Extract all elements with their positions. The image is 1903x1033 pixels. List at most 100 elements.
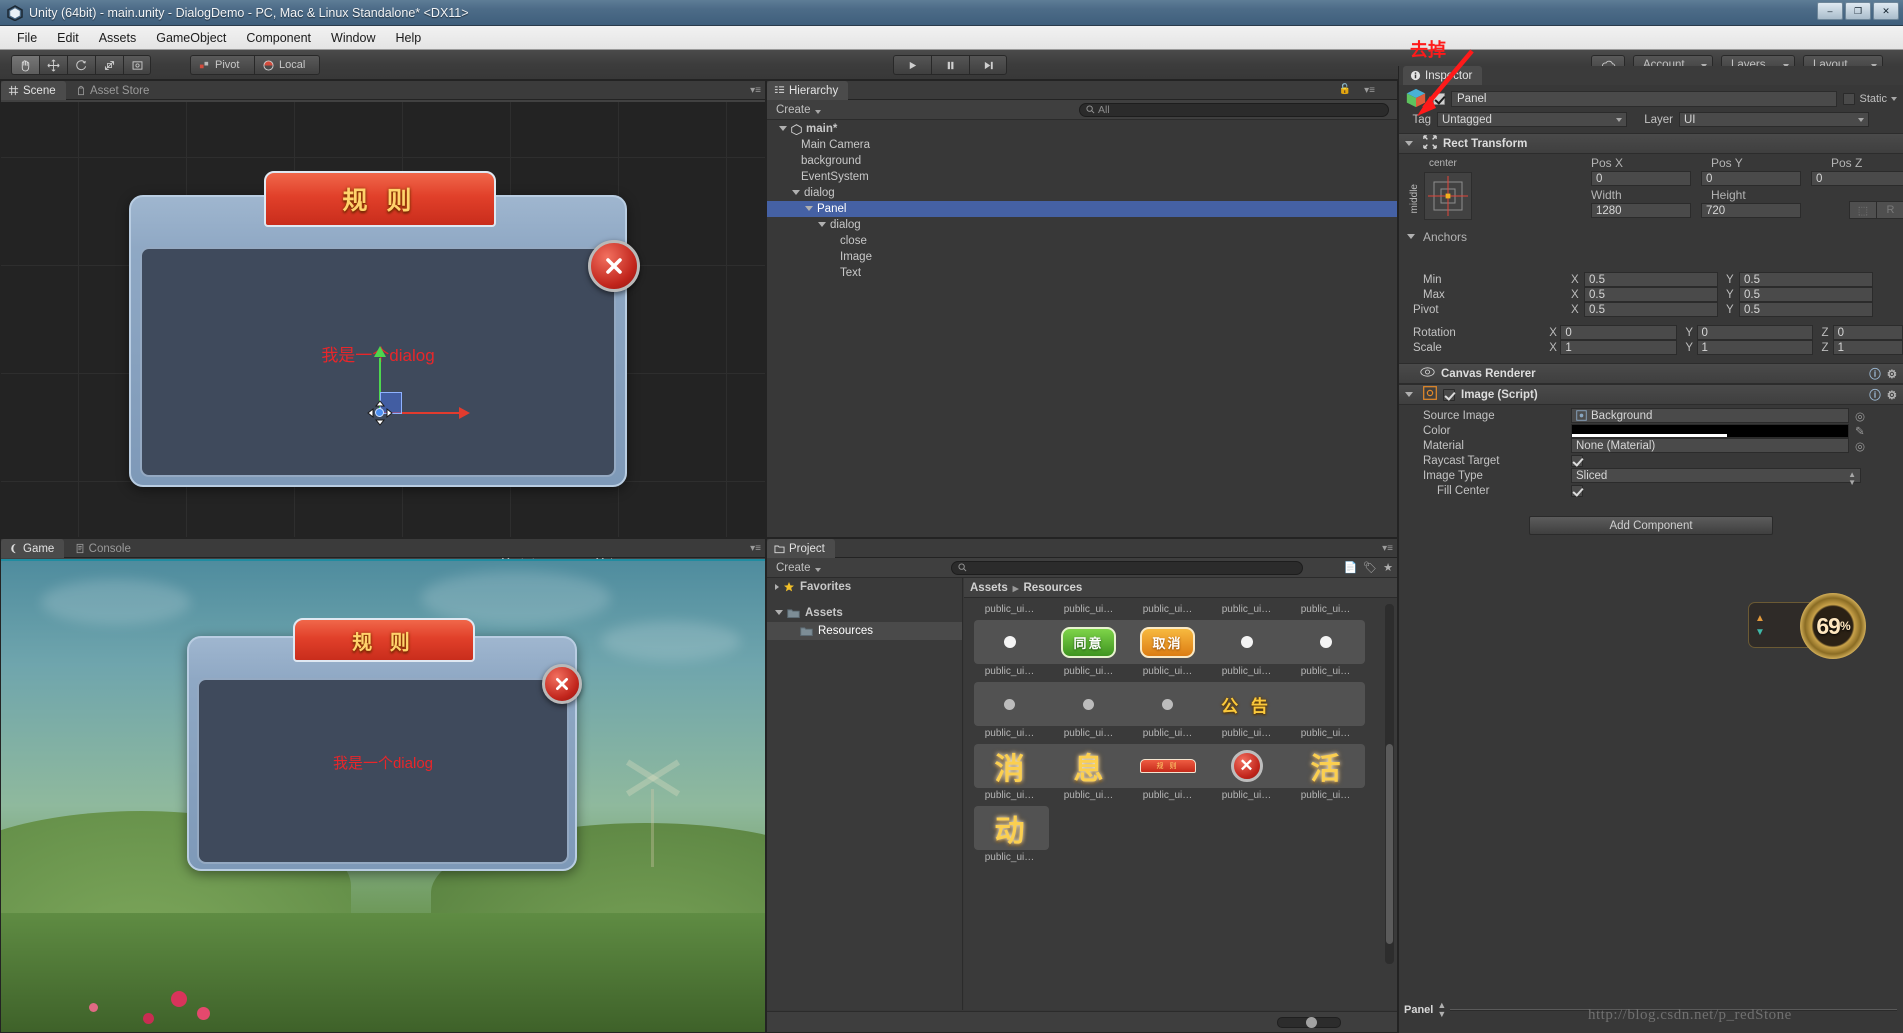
hierarchy-item-image[interactable]: Image (767, 249, 1397, 265)
hierarchy-item-eventsystem[interactable]: EventSystem (767, 169, 1397, 185)
max-x-field[interactable]: 0.5 (1584, 287, 1718, 302)
maximize-button[interactable]: ❐ (1845, 2, 1871, 20)
canvas-renderer-header[interactable]: Canvas Renderer ⓘ ⚙ (1399, 363, 1903, 384)
asset-item[interactable]: public_ui… (1128, 681, 1207, 743)
pos-y-field[interactable]: 0 (1701, 171, 1801, 186)
hand-tool-button[interactable] (11, 55, 39, 75)
game-panel-menu-icon[interactable]: ▾≡ (750, 543, 761, 554)
window-controls[interactable]: – ❐ ✕ (1817, 2, 1899, 20)
hierarchy-lock-icon[interactable]: 🔓 (1339, 84, 1351, 95)
raycast-target-checkbox[interactable] (1571, 455, 1583, 467)
rot-x-field[interactable]: 0 (1560, 325, 1677, 340)
pivot-y-field[interactable]: 0.5 (1739, 302, 1873, 317)
asset-item[interactable]: 同意public_ui… (1049, 619, 1128, 681)
menu-item-assets[interactable]: Assets (90, 29, 146, 47)
pivot-x-field[interactable]: 0.5 (1584, 302, 1718, 317)
asset-thumb-dot[interactable] (973, 619, 1047, 665)
asset-item[interactable]: public_ui… (1286, 681, 1365, 743)
scale-x-field[interactable]: 1 (1560, 340, 1677, 355)
scale-z-field[interactable]: 1 (1833, 340, 1903, 355)
step-button[interactable] (969, 55, 1007, 75)
pivot-button[interactable]: Pivot (190, 55, 254, 75)
asset-thumb-gold-glyph[interactable]: 消 (973, 743, 1047, 789)
asset-thumb-dot[interactable] (1289, 619, 1363, 665)
chevron-down-icon[interactable] (805, 206, 813, 214)
pos-z-field[interactable]: 0 (1811, 171, 1903, 186)
breadcrumb-assets[interactable]: Assets (970, 582, 1008, 594)
image-script-header[interactable]: Image (Script) ⓘ ⚙ (1399, 384, 1903, 405)
image-script-foldout-icon[interactable] (1405, 392, 1413, 400)
status-updown-icon[interactable]: ▲▼ (1437, 1001, 1446, 1019)
project-create-button[interactable]: Create (771, 561, 825, 575)
color-eyedropper-icon[interactable]: ✎ (1855, 424, 1865, 438)
game-canvas[interactable]: 规 则 我是一个dialog (1, 559, 765, 1032)
rect-tool-button[interactable] (123, 55, 151, 75)
height-field[interactable]: 720 (1701, 203, 1801, 218)
asset-item[interactable]: public_ui… (1049, 681, 1128, 743)
image-script-enabled-checkbox[interactable] (1443, 389, 1455, 401)
project-tree-item-assets[interactable]: Assets (767, 604, 962, 622)
tab-asset-store[interactable]: Asset Store (69, 81, 159, 100)
project-search-input[interactable] (951, 561, 1303, 575)
asset-item[interactable]: 活public_ui… (1286, 743, 1365, 805)
breadcrumb-resources[interactable]: Resources (1024, 582, 1083, 594)
chevron-down-icon[interactable] (779, 126, 787, 134)
asset-item[interactable]: 息public_ui… (1049, 743, 1128, 805)
rect-transform-header[interactable]: Rect Transform (1399, 133, 1903, 154)
menu-item-edit[interactable]: Edit (48, 29, 88, 47)
asset-thumb-close-button[interactable]: ✕ (1210, 743, 1284, 789)
anchor-preset-button[interactable] (1424, 172, 1472, 220)
object-name-field[interactable]: Panel (1451, 91, 1837, 107)
menu-item-file[interactable]: File (8, 29, 46, 47)
hierarchy-item-dialog[interactable]: dialog (767, 185, 1397, 201)
move-tool-button[interactable] (39, 55, 67, 75)
anchors-foldout-icon[interactable] (1407, 234, 1415, 242)
blueprint-mode-button[interactable]: ⬚ (1849, 201, 1877, 219)
asset-item[interactable]: public_ui… (970, 681, 1049, 743)
project-filter-icon[interactable]: 📄 (1343, 561, 1357, 574)
asset-thumb-gold-glyph[interactable]: 动 (973, 805, 1047, 851)
tab-scene[interactable]: Scene (1, 81, 66, 100)
canvas-renderer-help-icon[interactable]: ⓘ (1869, 366, 1881, 382)
asset-item[interactable]: ✕public_ui… (1207, 743, 1286, 805)
asset-thumb-gold-glyph[interactable]: 息 (1052, 743, 1126, 789)
close-button[interactable]: ✕ (1873, 2, 1899, 20)
asset-item[interactable]: 公 告public_ui… (1207, 681, 1286, 743)
asset-thumb-announcement-text[interactable]: 公 告 (1210, 681, 1284, 727)
hierarchy-search-input[interactable]: All (1079, 103, 1389, 117)
asset-item[interactable]: public_ui… (1207, 619, 1286, 681)
project-panel-menu-icon[interactable]: ▾≡ (1382, 543, 1393, 554)
add-component-button[interactable]: Add Component (1529, 516, 1773, 535)
raw-edit-button[interactable]: R (1877, 201, 1903, 219)
pause-button[interactable] (931, 55, 969, 75)
width-field[interactable]: 1280 (1591, 203, 1691, 218)
asset-item[interactable]: 动public_ui… (970, 805, 1049, 867)
material-field[interactable]: None (Material) (1571, 438, 1849, 453)
project-tree-item-resources[interactable]: Resources (767, 622, 962, 640)
scene-panel-menu-icon[interactable]: ▾≡ (750, 85, 761, 96)
rect-transform-foldout-icon[interactable] (1405, 141, 1413, 149)
static-checkbox[interactable] (1843, 93, 1855, 105)
local-button[interactable]: Local (254, 55, 320, 75)
min-y-field[interactable]: 0.5 (1739, 272, 1873, 287)
asset-item[interactable]: 消public_ui… (970, 743, 1049, 805)
asset-grid[interactable]: public_ui…public_ui…public_ui…public_ui…… (964, 599, 1397, 1010)
pos-x-field[interactable]: 0 (1591, 171, 1691, 186)
scene-dialog-panel[interactable]: 规 则 我是一个dialog (129, 195, 627, 487)
asset-item[interactable]: 取消public_ui… (1128, 619, 1207, 681)
image-type-dropdown[interactable]: Sliced ▲▼ (1571, 468, 1861, 483)
static-toggle[interactable]: Static (1843, 93, 1897, 105)
asset-thumb-red-title-bar[interactable]: 规 则 (1131, 743, 1205, 789)
image-script-gear-icon[interactable]: ⚙ (1887, 388, 1897, 402)
menu-item-window[interactable]: Window (322, 29, 384, 47)
project-favorite-icon[interactable]: ★ (1383, 561, 1393, 574)
asset-thumb-cancel-button[interactable]: 取消 (1131, 619, 1205, 665)
chevron-down-icon[interactable] (792, 190, 800, 198)
asset-item[interactable]: 规 则public_ui… (1128, 743, 1207, 805)
source-image-picker-icon[interactable]: ◎ (1855, 409, 1865, 423)
hierarchy-create-button[interactable]: Create (771, 103, 825, 117)
game-dialog-close-button[interactable] (542, 664, 582, 704)
menu-item-gameobject[interactable]: GameObject (147, 29, 235, 47)
asset-thumb-gray-dot[interactable] (1052, 681, 1126, 727)
gizmo-y-arrow[interactable] (374, 346, 386, 357)
